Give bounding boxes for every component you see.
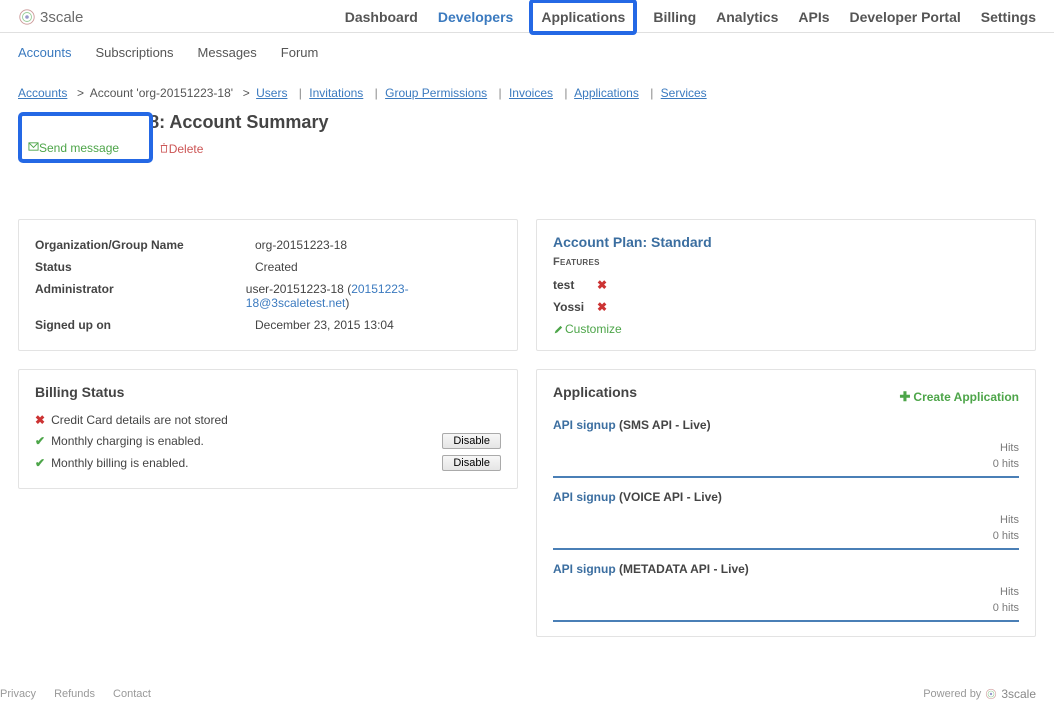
billing-status-pane: Billing Status ✖ Credit Card details are… bbox=[18, 369, 518, 489]
breadcrumb: Accounts > Account 'org-20151223-18' > U… bbox=[0, 68, 1054, 104]
table-row: Organization/Group Name org-20151223-18 bbox=[35, 234, 501, 256]
envelope-icon bbox=[28, 141, 39, 152]
applications-title: Applications bbox=[553, 384, 637, 400]
app-subtitle: (SMS API - Live) bbox=[619, 418, 711, 432]
send-message-link[interactable]: Send message bbox=[28, 141, 119, 155]
detail-label: Signed up on bbox=[35, 318, 255, 332]
detail-value: org-20151223-18 bbox=[255, 238, 347, 252]
account-plan-pane: Account Plan: Standard Features test ✖ Y… bbox=[536, 219, 1036, 351]
nav-settings[interactable]: Settings bbox=[981, 9, 1036, 25]
delete-link[interactable]: Delete bbox=[159, 142, 204, 156]
footer: Privacy Refunds Contact Powered by 3scal… bbox=[0, 657, 1054, 711]
feature-name: test bbox=[553, 278, 587, 292]
customize-link[interactable]: Customize bbox=[553, 322, 622, 336]
logo-icon bbox=[18, 8, 36, 26]
bc-group-permissions[interactable]: Group Permissions bbox=[385, 86, 487, 100]
footer-privacy[interactable]: Privacy bbox=[0, 688, 36, 700]
nav-applications[interactable]: Applications bbox=[529, 0, 637, 35]
footer-contact[interactable]: Contact bbox=[113, 688, 151, 700]
sub-nav: Accounts Subscriptions Messages Forum bbox=[0, 33, 1054, 68]
applications-pane: Applications ✚Create Application API sig… bbox=[536, 369, 1036, 637]
x-icon[interactable]: ✖ bbox=[597, 278, 607, 292]
footer-brand: 3scale bbox=[1001, 687, 1036, 701]
nav-billing[interactable]: Billing bbox=[653, 9, 696, 25]
billing-cc-text: Credit Card details are not stored bbox=[51, 413, 501, 427]
logo-text: 3scale bbox=[40, 9, 83, 26]
app-metric-label: Hits bbox=[553, 442, 1019, 454]
billing-charging-text: Monthly charging is enabled. bbox=[51, 434, 436, 448]
bc-account-name: Account 'org-20151223-18' bbox=[90, 86, 233, 100]
app-metric-value: 0 hits bbox=[553, 602, 1019, 614]
powered-by-text: Powered by bbox=[923, 688, 981, 700]
application-block: API signup (VOICE API - Live) Hits 0 hit… bbox=[553, 490, 1019, 550]
detail-label: Status bbox=[35, 260, 255, 274]
bc-users[interactable]: Users bbox=[256, 86, 287, 100]
app-name-link[interactable]: API signup bbox=[553, 562, 616, 576]
bc-invoices[interactable]: Invoices bbox=[509, 86, 553, 100]
account-details-pane: Organization/Group Name org-20151223-18 … bbox=[18, 219, 518, 351]
nav-apis[interactable]: APIs bbox=[798, 9, 829, 25]
billing-title: Billing Status bbox=[35, 384, 501, 400]
billing-charging-row: ✔ Monthly charging is enabled. Disable bbox=[35, 430, 501, 452]
main-nav: Dashboard Developers Applications Billin… bbox=[345, 9, 1036, 25]
x-icon[interactable]: ✖ bbox=[597, 300, 607, 314]
logo[interactable]: 3scale bbox=[18, 8, 83, 26]
detail-value: December 23, 2015 13:04 bbox=[255, 318, 394, 332]
app-metric-label: Hits bbox=[553, 586, 1019, 598]
detail-label: Organization/Group Name bbox=[35, 238, 255, 252]
plus-icon: ✚ bbox=[900, 389, 911, 404]
create-application-link[interactable]: ✚Create Application bbox=[900, 389, 1019, 405]
billing-billing-text: Monthly billing is enabled. bbox=[51, 456, 436, 470]
application-block: API signup (SMS API - Live) Hits 0 hits bbox=[553, 418, 1019, 478]
nav-dashboard[interactable]: Dashboard bbox=[345, 9, 418, 25]
app-name-link[interactable]: API signup bbox=[553, 418, 616, 432]
bc-invitations[interactable]: Invitations bbox=[309, 86, 363, 100]
bc-accounts[interactable]: Accounts bbox=[18, 86, 67, 100]
app-subtitle: (METADATA API - Live) bbox=[619, 562, 749, 576]
subnav-accounts[interactable]: Accounts bbox=[18, 45, 71, 60]
bc-applications[interactable]: Applications bbox=[574, 86, 639, 100]
app-name-link[interactable]: API signup bbox=[553, 490, 616, 504]
app-metric-value: 0 hits bbox=[553, 458, 1019, 470]
pencil-icon bbox=[553, 325, 563, 335]
bc-services[interactable]: Services bbox=[661, 86, 707, 100]
disable-billing-button[interactable]: Disable bbox=[442, 455, 501, 471]
logo-icon bbox=[985, 688, 997, 700]
nav-analytics[interactable]: Analytics bbox=[716, 9, 778, 25]
table-row: Signed up on December 23, 2015 13:04 bbox=[35, 314, 501, 336]
application-block: API signup (METADATA API - Live) Hits 0 … bbox=[553, 562, 1019, 622]
table-row: Status Created bbox=[35, 256, 501, 278]
detail-label: Administrator bbox=[35, 282, 246, 310]
nav-developers[interactable]: Developers bbox=[438, 9, 513, 25]
billing-cc-row: ✖ Credit Card details are not stored bbox=[35, 410, 501, 430]
nav-developer-portal[interactable]: Developer Portal bbox=[850, 9, 961, 25]
billing-billing-row: ✔ Monthly billing is enabled. Disable bbox=[35, 452, 501, 474]
detail-value: Created bbox=[255, 260, 298, 274]
x-icon: ✖ bbox=[35, 413, 45, 427]
check-icon: ✔ bbox=[35, 434, 45, 448]
trash-icon bbox=[159, 143, 169, 153]
disable-charging-button[interactable]: Disable bbox=[442, 433, 501, 449]
header: 3scale Dashboard Developers Applications… bbox=[0, 0, 1054, 33]
check-icon: ✔ bbox=[35, 456, 45, 470]
feature-row: test ✖ bbox=[553, 274, 1019, 296]
feature-row: Yossi ✖ bbox=[553, 296, 1019, 318]
subnav-forum[interactable]: Forum bbox=[281, 45, 319, 60]
subnav-subscriptions[interactable]: Subscriptions bbox=[95, 45, 173, 60]
app-metric-value: 0 hits bbox=[553, 530, 1019, 542]
feature-name: Yossi bbox=[553, 300, 587, 314]
features-heading: Features bbox=[553, 256, 1019, 268]
detail-value: user-20151223-18 (20151223-18@3scaletest… bbox=[246, 282, 501, 310]
subnav-messages[interactable]: Messages bbox=[198, 45, 257, 60]
plan-title: Account Plan: Standard bbox=[553, 234, 1019, 250]
table-row: Administrator user-20151223-18 (20151223… bbox=[35, 278, 501, 314]
app-metric-label: Hits bbox=[553, 514, 1019, 526]
highlighted-send-message: org-20151223 Send message bbox=[18, 112, 153, 163]
app-subtitle: (VOICE API - Live) bbox=[619, 490, 722, 504]
title-area: org-20151223-18: Account Summary org-201… bbox=[0, 104, 1054, 219]
footer-refunds[interactable]: Refunds bbox=[54, 688, 95, 700]
